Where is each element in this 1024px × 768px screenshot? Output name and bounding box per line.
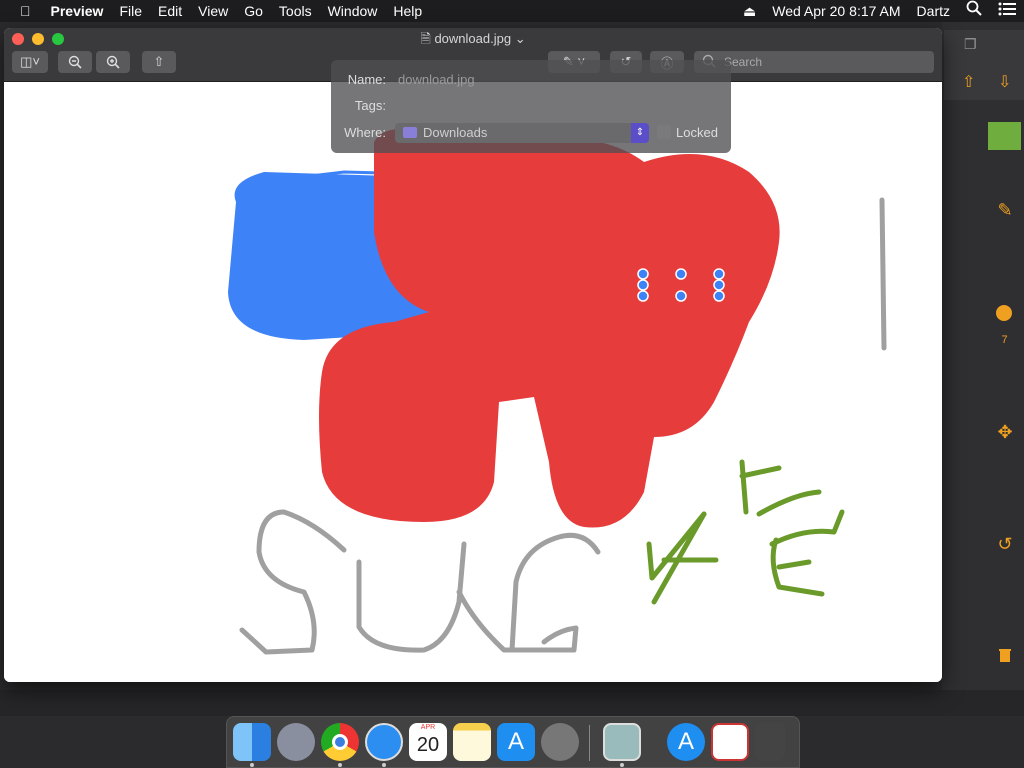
- chevron-updown-icon: ⇕: [631, 123, 649, 143]
- background-window-toolbar: ⇧ ⇩ ❐: [944, 30, 1024, 100]
- menu-edit[interactable]: Edit: [150, 0, 190, 22]
- clock-date[interactable]: Wed Apr 20: [764, 0, 849, 22]
- running-indicator: [620, 763, 624, 767]
- calendar-day: 20: [416, 734, 440, 756]
- running-indicator: [250, 763, 254, 767]
- red-blob: [319, 128, 780, 528]
- safari-icon[interactable]: [365, 723, 403, 761]
- menu-file[interactable]: File: [111, 0, 150, 22]
- finder-icon[interactable]: [233, 723, 271, 761]
- calendar-icon[interactable]: APR 20: [409, 723, 447, 761]
- name-label: Name:: [347, 72, 386, 87]
- trash-icon[interactable]: [993, 645, 1017, 669]
- window-restore-icon[interactable]: ❐: [964, 36, 977, 53]
- locked-label: Locked: [676, 125, 718, 140]
- menu-bar:  Preview File Edit View Go Tools Window…: [0, 0, 1024, 22]
- desktop-strip: [0, 690, 1024, 716]
- name-field[interactable]: download.jpg: [398, 72, 720, 89]
- green-handwriting: [646, 459, 845, 605]
- where-label: Where:: [344, 125, 386, 140]
- menu-window[interactable]: Window: [320, 0, 386, 22]
- share-button[interactable]: ⇧: [142, 51, 176, 73]
- preview-icon[interactable]: [603, 723, 641, 761]
- zoom-out-button[interactable]: [58, 51, 92, 73]
- drawing: [228, 128, 887, 655]
- dock-separator: [589, 725, 590, 761]
- window-title-text: download.jpg: [434, 31, 512, 46]
- spotlight-search-icon[interactable]: [958, 0, 990, 22]
- document-icon: 🗎: [420, 31, 431, 46]
- locked-checkbox[interactable]: [657, 125, 671, 139]
- launchpad-icon[interactable]: [277, 723, 315, 761]
- gray-handwriting: [239, 509, 601, 655]
- image-canvas[interactable]: [4, 82, 942, 682]
- where-select[interactable]: Downloads ⇕: [395, 123, 649, 143]
- fill-color-swatch[interactable]: [988, 122, 1021, 150]
- rotate-icon[interactable]: ↺: [993, 532, 1017, 556]
- system-preferences-icon[interactable]: [541, 723, 579, 761]
- dock: APR 20 A A: [226, 716, 800, 768]
- sidebar-toggle-button[interactable]: ◫˅: [12, 51, 48, 73]
- chrome-icon[interactable]: [321, 723, 359, 761]
- downloads-stack-icon[interactable]: A: [667, 723, 705, 761]
- notification-center-icon[interactable]: [990, 0, 1024, 22]
- stroke-color-dot[interactable]: [996, 305, 1012, 321]
- clock-time[interactable]: 8:17 AM: [849, 0, 908, 22]
- eject-icon[interactable]: ⏏: [735, 0, 764, 22]
- chevron-down-icon: ⌄: [514, 31, 526, 46]
- tags-label: Tags:: [354, 98, 386, 113]
- menu-help[interactable]: Help: [385, 0, 430, 22]
- save-popover: Name: download.jpg Tags: Where: Download…: [331, 60, 731, 153]
- markup-inspector-panel: ✎ 7 ✥ ↺: [985, 100, 1024, 714]
- photo-booth-icon[interactable]: [711, 723, 749, 761]
- running-indicator: [338, 763, 342, 767]
- app-menu[interactable]: Preview: [43, 0, 112, 22]
- zoom-in-button[interactable]: [96, 51, 130, 73]
- move-icon[interactable]: ✥: [993, 420, 1017, 444]
- apple-menu-icon[interactable]: : [0, 0, 43, 22]
- folder-icon: [403, 127, 417, 138]
- stroke-size-value: 7: [1001, 334, 1008, 346]
- tags-field[interactable]: [398, 98, 720, 114]
- user-name[interactable]: Dartz: [909, 0, 958, 22]
- app-store-icon[interactable]: A: [497, 723, 535, 761]
- menu-tools[interactable]: Tools: [271, 0, 320, 22]
- menu-go[interactable]: Go: [236, 0, 271, 22]
- window-title[interactable]: 🗎 download.jpg ⌄: [4, 30, 942, 48]
- where-value: Downloads: [423, 125, 488, 140]
- notes-icon[interactable]: [453, 723, 491, 761]
- pencil-icon[interactable]: ✎: [993, 198, 1017, 222]
- menu-view[interactable]: View: [190, 0, 236, 22]
- share-icon[interactable]: ⇧: [962, 72, 975, 92]
- calendar-month: APR: [420, 724, 436, 731]
- running-indicator: [382, 763, 386, 767]
- download-icon[interactable]: ⇩: [998, 72, 1011, 92]
- trash-icon[interactable]: [755, 723, 785, 761]
- gray-line: [879, 197, 887, 351]
